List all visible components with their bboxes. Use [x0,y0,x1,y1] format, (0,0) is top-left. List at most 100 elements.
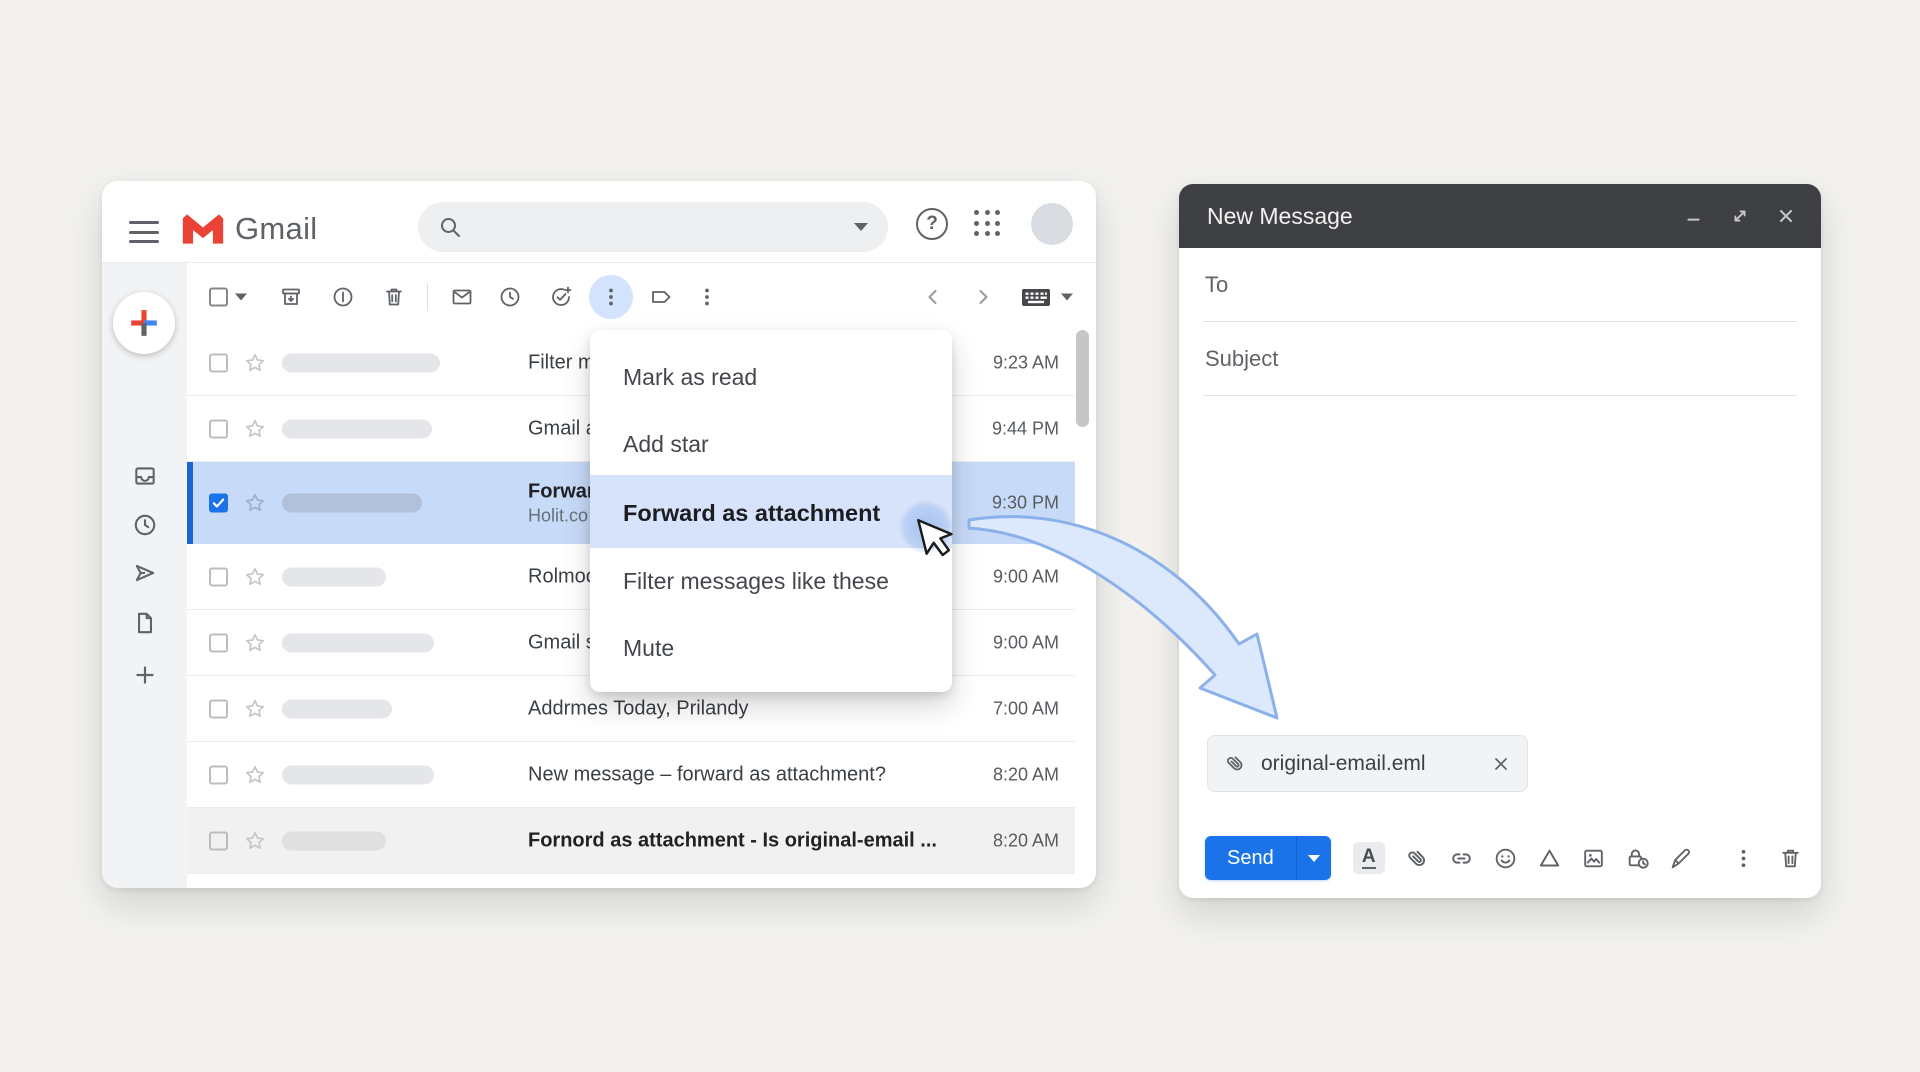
email-text: Gmail a [528,416,597,441]
formatting-options-icon[interactable]: A [1353,842,1385,874]
send-button[interactable]: Send [1205,836,1296,880]
main-menu-icon[interactable] [129,221,159,243]
email-time: 9:00 AM [993,632,1059,653]
minimize-icon[interactable] [1683,205,1705,227]
discard-draft-icon[interactable] [1778,846,1803,871]
more-options-icon[interactable] [1731,846,1756,871]
subject-field[interactable]: Subject [1179,322,1821,396]
remove-attachment-icon[interactable] [1491,754,1511,774]
context-menu-item[interactable]: Mute [623,628,936,668]
expand-icon[interactable] [1729,205,1751,227]
help-icon[interactable]: ? [916,208,948,240]
add-to-tasks-icon[interactable] [549,285,573,309]
context-menu-item[interactable]: Mark as read [623,357,936,397]
compose-titlebar[interactable]: New Message [1179,184,1821,248]
sender-placeholder [282,633,434,652]
insert-photo-icon[interactable] [1581,846,1606,871]
inbox-icon[interactable] [132,463,158,489]
scrollbar-thumb[interactable] [1076,330,1089,427]
email-subject: Fornord as attachment - Is original-emai… [528,829,937,851]
report-spam-icon[interactable] [331,285,355,309]
star-icon[interactable] [243,417,267,441]
email-text: Addrmes Today, Prilandy [528,696,748,721]
attachment-chip[interactable]: original-email.eml [1207,735,1528,792]
apps-grid-icon[interactable] [974,210,1002,238]
insert-signature-pen-icon[interactable] [1669,846,1694,871]
sender-placeholder [282,419,432,438]
email-time: 9:30 PM [992,493,1059,514]
row-checkbox[interactable] [209,353,228,372]
confidential-mode-icon[interactable] [1625,846,1650,871]
caret-down-icon [1308,855,1320,862]
context-menu-item[interactable]: Forward as attachment [623,493,936,533]
overflow-menu-icon[interactable] [695,285,719,309]
context-menu-item[interactable]: Filter messages like these [623,561,936,601]
star-icon[interactable] [243,491,267,515]
input-tools-caret-icon[interactable] [1061,293,1073,300]
delete-icon[interactable] [382,285,406,309]
compose-window: New Message To Subject orig [1179,184,1821,898]
star-icon[interactable] [243,565,267,589]
insert-link-icon[interactable] [1449,846,1474,871]
row-checkbox[interactable] [209,831,228,850]
mark-unread-icon[interactable] [450,285,474,309]
email-text: Rolmoc [528,564,596,589]
email-subject: Forwar [528,480,595,502]
star-icon[interactable] [243,829,267,853]
row-checkbox[interactable] [209,419,228,438]
sender-placeholder [282,699,392,718]
star-icon[interactable] [243,351,267,375]
more-actions-icon[interactable] [599,285,623,309]
attachment-filename: original-email.eml [1261,752,1426,776]
context-menu: Mark as read Add star Forward as attachm… [590,330,952,692]
sent-icon[interactable] [132,560,158,586]
label-icon[interactable] [649,285,673,309]
gmail-header: Gmail ? [102,181,1096,263]
search-options-caret-icon[interactable] [854,223,868,231]
attach-file-icon[interactable] [1400,840,1435,875]
row-checkbox[interactable] [209,765,228,784]
email-snippet: Holit.co [528,504,595,527]
compose-button[interactable] [113,292,175,354]
row-checkbox[interactable] [209,494,228,513]
send-options-caret[interactable] [1296,836,1331,880]
star-icon[interactable] [243,763,267,787]
archive-icon[interactable] [279,285,303,309]
row-checkbox[interactable] [209,567,228,586]
context-menu-item[interactable]: Add star [623,424,936,464]
insert-emoji-icon[interactable] [1493,846,1518,871]
newer-chevron-icon[interactable] [921,285,945,309]
select-caret-icon[interactable] [235,293,247,300]
star-icon[interactable] [243,631,267,655]
left-rail [102,263,187,888]
insert-from-drive-icon[interactable] [1537,846,1562,871]
more-labels-plus-icon[interactable] [132,662,158,688]
select-all-checkbox[interactable] [209,287,228,306]
snoozed-icon[interactable] [132,512,158,538]
row-checkbox[interactable] [209,633,228,652]
older-chevron-icon[interactable] [971,285,995,309]
close-icon[interactable] [1775,205,1797,227]
email-row[interactable]: Fornord as attachment - Is original-emai… [187,808,1075,874]
input-tools-keyboard-icon[interactable] [1020,285,1052,309]
search-input[interactable] [418,202,888,252]
account-avatar[interactable] [1031,203,1073,245]
illustration-canvas: Gmail ? [0,0,1920,1072]
list-toolbar [187,263,1096,330]
menu-item-label: Filter messages like these [623,568,889,595]
email-subject: Filter m [528,351,595,373]
multicolor-plus-icon [129,308,159,338]
drafts-icon[interactable] [132,610,158,636]
row-checkbox[interactable] [209,699,228,718]
email-subject: Addrmes Today, Prilandy [528,697,748,719]
paperclip-icon [1219,747,1252,780]
email-row[interactable]: New message – forward as attachment? 8:2… [187,742,1075,808]
email-time: 8:20 AM [993,830,1059,851]
star-icon[interactable] [243,697,267,721]
email-time: 9:44 PM [992,418,1059,439]
gmail-logo: Gmail [181,211,317,247]
menu-item-label: Add star [623,431,709,458]
snooze-icon[interactable] [498,285,522,309]
to-field[interactable]: To [1179,248,1821,322]
email-text: Filter m [528,350,595,375]
